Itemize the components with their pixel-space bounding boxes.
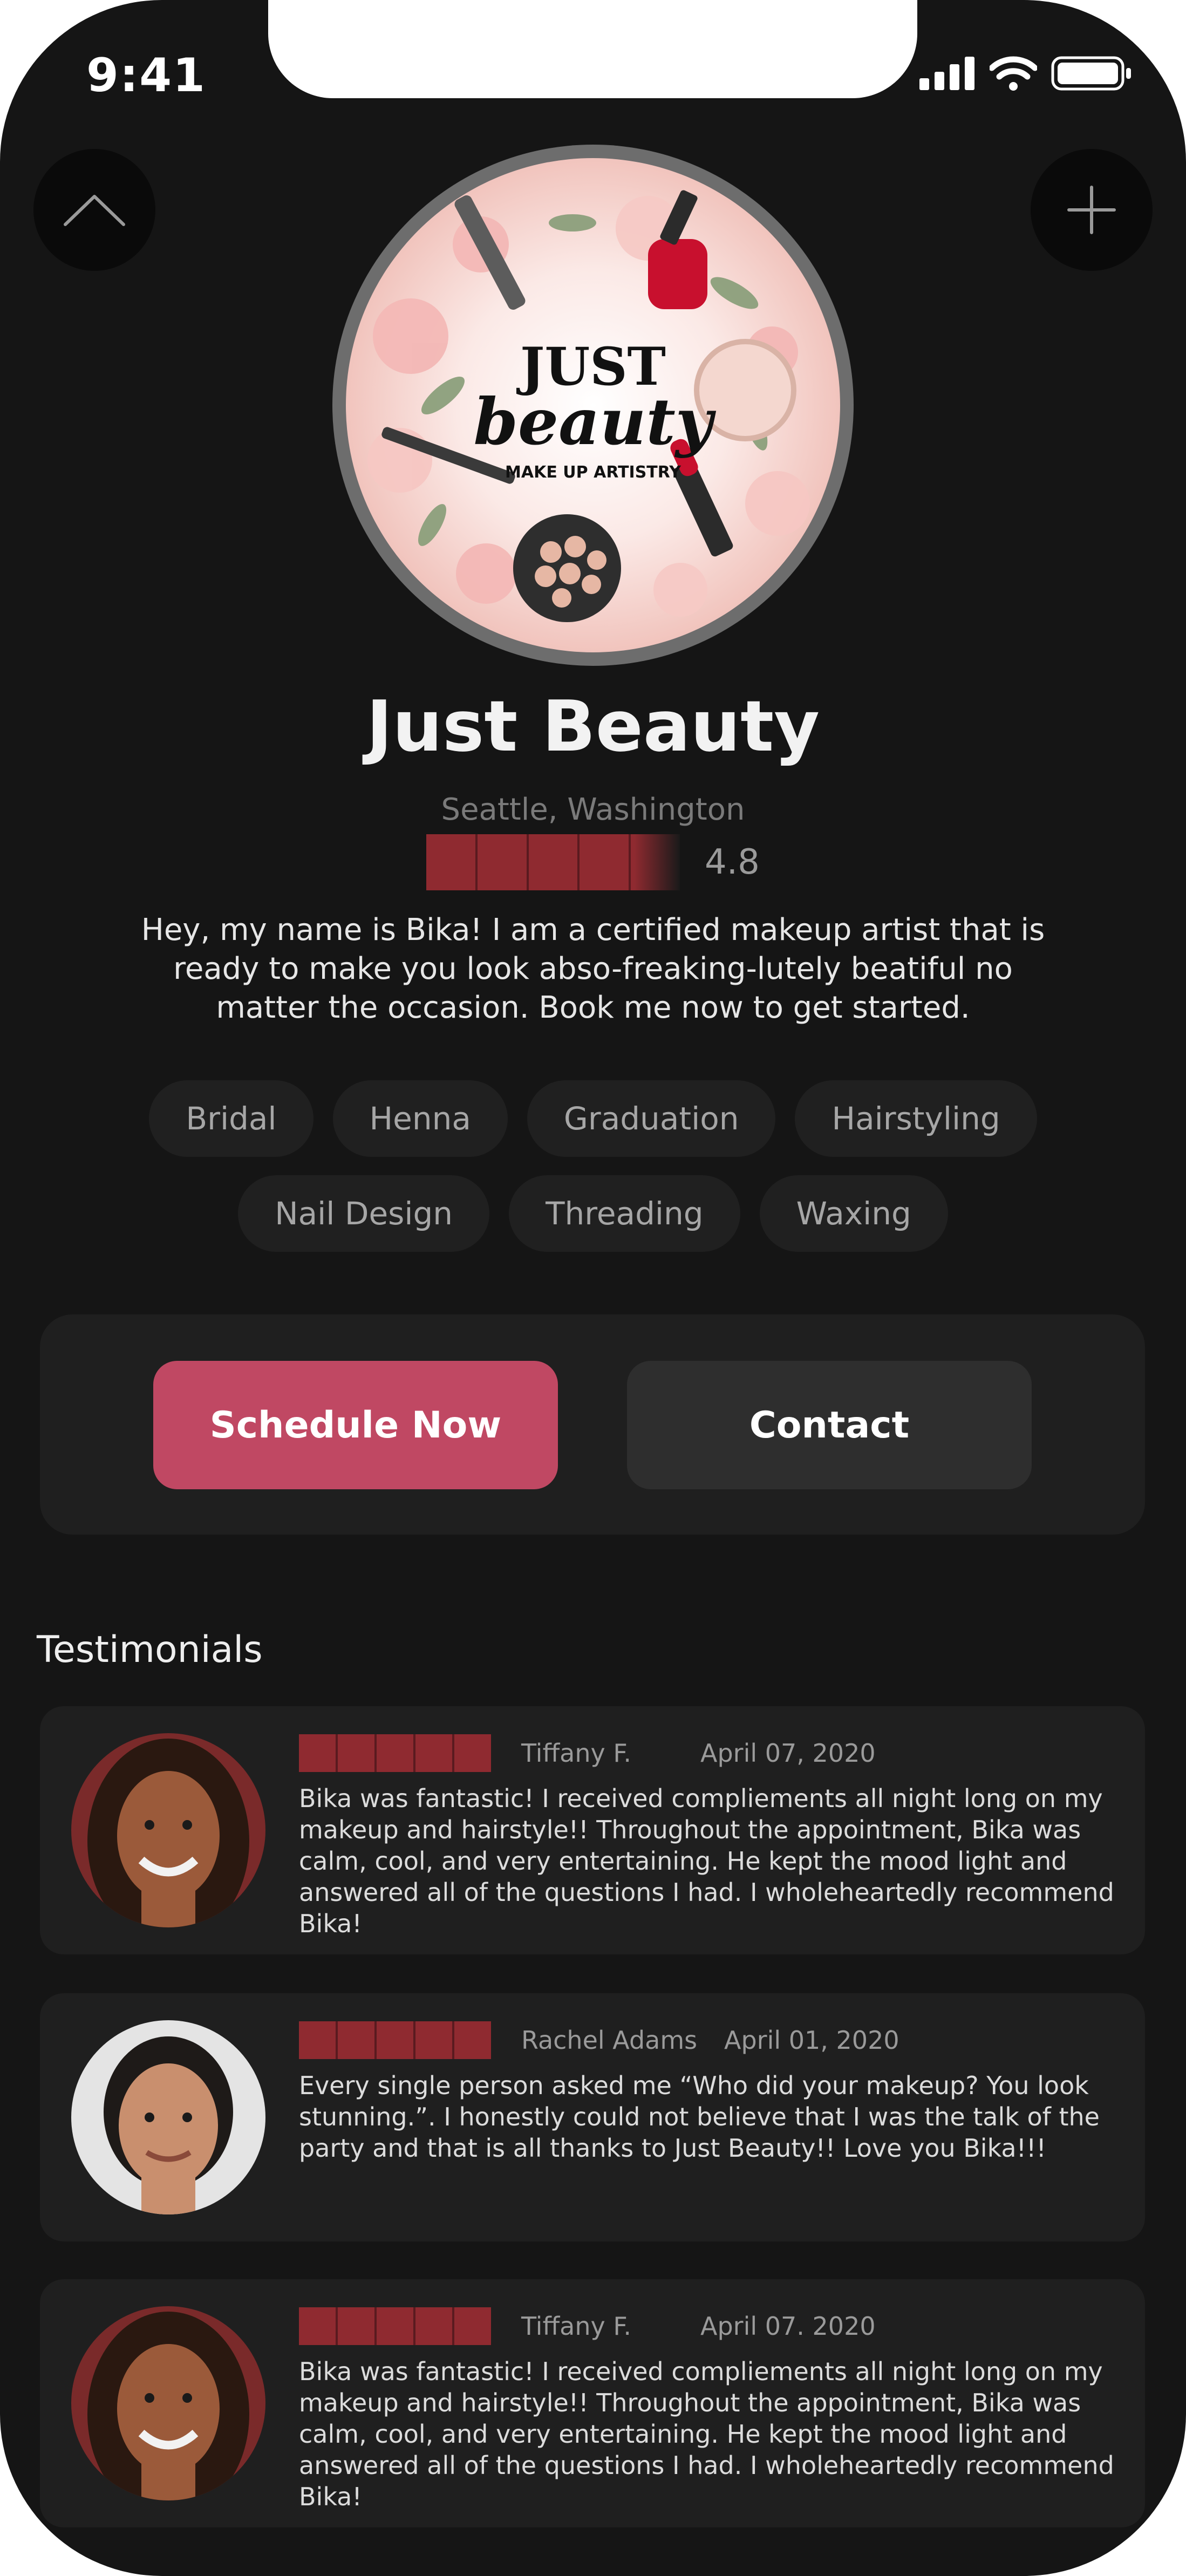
schedule-now-button[interactable]: Schedule Now [153, 1361, 558, 1489]
rating-value: 4.8 [705, 842, 760, 882]
rating-stars [426, 834, 680, 890]
status-time: 9:41 [86, 49, 206, 103]
wifi-icon [990, 56, 1037, 91]
testimonial-card: Tiffany F. April 07. 2020 Bika was fanta… [40, 2279, 1145, 2527]
plus-icon [1067, 186, 1116, 234]
logo-line2: beauty [474, 384, 717, 459]
tag-nail-design[interactable]: Nail Design [238, 1175, 490, 1252]
status-icons [919, 56, 1132, 91]
reviewer-avatar [71, 1733, 265, 1927]
reviewer-name: Tiffany F. [521, 1739, 632, 1768]
reviewer-name: Tiffany F. [521, 2312, 632, 2341]
tag-bridal[interactable]: Bridal [149, 1080, 313, 1157]
reviewer-avatar [71, 2306, 265, 2500]
tag-henna[interactable]: Henna [332, 1080, 508, 1157]
brand-logo: JUST beauty MAKE UP ARTISTRY [346, 158, 840, 652]
tag-hairstyling[interactable]: Hairstyling [795, 1080, 1037, 1157]
testimonials-heading: Testimonials [37, 1628, 263, 1671]
review-stars [299, 2307, 491, 2345]
review-stars [299, 2021, 491, 2059]
review-date: April 07, 2020 [700, 1739, 876, 1768]
review-stars [299, 1734, 491, 1772]
location: Seattle, Washington [441, 792, 745, 827]
logo-line3: MAKE UP ARTISTRY [505, 463, 681, 482]
bio: Hey, my name is Bika! I am a certified m… [141, 912, 1045, 1025]
review-date: April 07. 2020 [700, 2312, 876, 2341]
battery-icon [1051, 56, 1131, 91]
review-text: Bika was fantastic! I received complieme… [299, 2357, 1114, 2511]
testimonial-card: Tiffany F. April 07, 2020 Bika was fanta… [40, 1706, 1145, 1954]
rating: 4.8 [426, 834, 760, 890]
tag-threading[interactable]: Threading [509, 1175, 740, 1252]
review-date: April 01, 2020 [724, 2026, 899, 2055]
tag-graduation[interactable]: Graduation [527, 1080, 776, 1157]
review-text: Every single person asked me “Who did yo… [299, 2071, 1100, 2163]
review-text: Bika was fantastic! I received complieme… [299, 1784, 1114, 1938]
add-button[interactable] [1031, 149, 1153, 271]
phone-screen: 9:41 JUST beauty MAKE UP ARTISTRY Just B… [0, 0, 1186, 2576]
reviewer-name: Rachel Adams [521, 2026, 698, 2055]
collapse-button[interactable] [33, 149, 155, 271]
notch [268, 0, 917, 98]
testimonial-card: Rachel Adams April 01, 2020 Every single… [40, 1993, 1145, 2241]
tag-waxing[interactable]: Waxing [759, 1175, 948, 1252]
business-name: Just Beauty [366, 685, 820, 767]
service-tags: Bridal Henna Graduation Hairstyling Nail… [32, 1080, 1154, 1252]
contact-button[interactable]: Contact [627, 1361, 1032, 1489]
chevron-up-icon [64, 195, 125, 226]
reviewer-avatar [71, 2020, 265, 2214]
signal-icon [919, 57, 974, 90]
action-card: Schedule Now Contact [40, 1314, 1145, 1535]
profile-avatar: JUST beauty MAKE UP ARTISTRY [332, 145, 854, 666]
